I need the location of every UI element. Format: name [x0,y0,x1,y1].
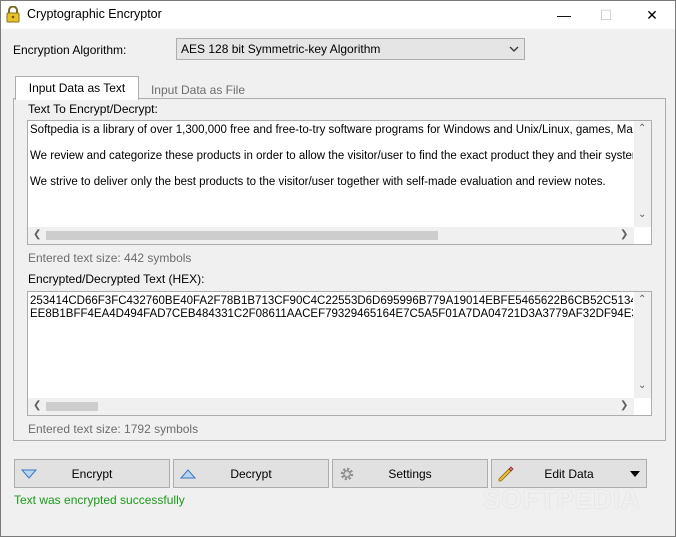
input-horizontal-scrollbar[interactable]: ❮ ❯ [28,227,634,244]
encrypt-button-label: Encrypt [71,467,113,481]
output-vertical-scrollbar[interactable]: ⌃ ⌄ [634,292,651,398]
scroll-right-icon[interactable]: ❯ [620,229,628,240]
status-message: Text was encrypted successfully [14,493,185,507]
decrypt-button-label: Decrypt [230,467,272,481]
input-line: We strive to deliver only the best produ… [30,176,606,188]
settings-button[interactable]: Settings [332,459,488,488]
title-bar[interactable]: Cryptographic Encryptor — ☐ ✕ [1,1,675,29]
output-horizontal-scrollbar[interactable]: ❮ ❯ [28,398,634,415]
output-size-label: Entered text size: 1792 symbols [28,422,199,436]
output-line: 253414CD66F3FC432760BE40FA2F78B1B713CF90… [30,295,633,307]
input-text-content: Softpedia is a library of over 1,300,000… [30,124,633,202]
output-label: Encrypted/Decrypted Text (HEX): [28,272,205,286]
scroll-left-icon[interactable]: ❮ [33,400,41,411]
decrypt-button[interactable]: Decrypt [173,459,329,488]
input-line: Softpedia is a library of over 1,300,000… [30,124,633,136]
input-label: Text To Encrypt/Decrypt: [28,102,158,116]
settings-button-label: Settings [388,467,432,481]
scroll-down-icon[interactable]: ⌄ [638,209,646,220]
output-scroll-thumb[interactable] [46,402,98,411]
input-textarea[interactable]: Softpedia is a library of over 1,300,000… [27,120,652,245]
close-button[interactable]: ✕ [629,1,675,29]
chevron-down-icon [509,46,519,52]
input-line: We review and categorize these products … [30,150,633,162]
scroll-right-icon[interactable]: ❯ [620,400,628,411]
encrypt-button[interactable]: Encrypt [14,459,170,488]
window-title: Cryptographic Encryptor [27,7,162,21]
scroll-left-icon[interactable]: ❮ [33,229,41,240]
watermark-logo: SOFTPEDIA [483,484,641,514]
algorithm-select-value: AES 128 bit Symmetric-key Algorithm [181,42,381,56]
output-line: EE8B1BFF4EA4D494FAD7CEB484331C2F08611AAC… [30,308,633,320]
lock-icon [6,6,20,23]
input-scroll-thumb[interactable] [46,231,438,240]
maximize-button[interactable]: ☐ [583,1,629,29]
tab-input-text[interactable]: Input Data as Text [15,76,139,100]
algorithm-select[interactable]: AES 128 bit Symmetric-key Algorithm [176,38,525,60]
dropdown-arrow-icon[interactable] [630,470,640,478]
scroll-up-icon[interactable]: ⌃ [638,294,646,305]
algorithm-label: Encryption Algorithm: [13,43,127,57]
edit-data-button-label: Edit Data [544,467,594,481]
scroll-down-icon[interactable]: ⌄ [638,380,646,391]
scroll-up-icon[interactable]: ⌃ [638,123,646,134]
output-text-content: 253414CD66F3FC432760BE40FA2F78B1B713CF90… [30,295,633,321]
app-window: Cryptographic Encryptor — ☐ ✕ Encryption… [0,0,676,537]
minimize-button[interactable]: — [541,1,587,29]
input-vertical-scrollbar[interactable]: ⌃ ⌄ [634,121,651,227]
output-textarea[interactable]: 253414CD66F3FC432760BE40FA2F78B1B713CF90… [27,291,652,416]
input-size-label: Entered text size: 442 symbols [28,251,192,265]
